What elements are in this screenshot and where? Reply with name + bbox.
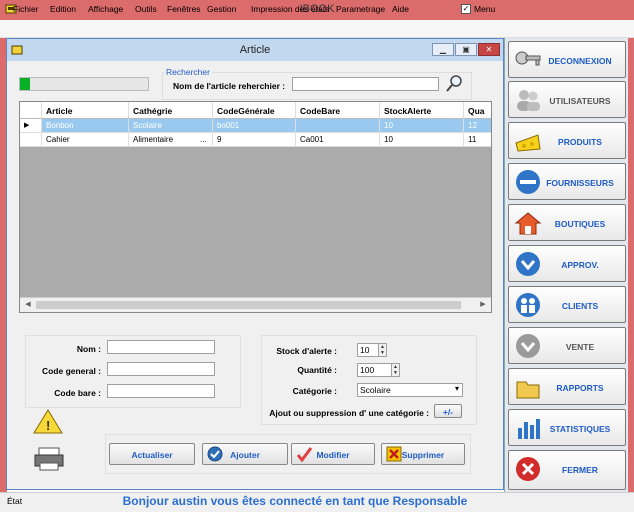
utilisateurs-button[interactable]: UTILISATEURS bbox=[508, 81, 626, 118]
search-label: Nom de l'article reherchier : bbox=[173, 81, 286, 91]
boutiques-button[interactable]: BOUTIQUES bbox=[508, 204, 626, 241]
search-group-label: Rechercher bbox=[164, 67, 212, 77]
menu-fichier[interactable]: Fichier bbox=[13, 4, 39, 14]
row-selector[interactable] bbox=[20, 133, 42, 147]
menu-parametrage[interactable]: Parametrage bbox=[336, 4, 385, 14]
table-cell[interactable]: 10 bbox=[380, 133, 464, 147]
row-header-corner bbox=[20, 102, 42, 119]
code-general-label: Code general : bbox=[41, 366, 101, 376]
menu-edition[interactable]: Edition bbox=[50, 4, 76, 14]
table-cell[interactable]: Ca001 bbox=[296, 133, 380, 147]
col-categorie[interactable]: Cathégrie bbox=[129, 102, 213, 119]
table-cell[interactable]: 9 bbox=[213, 133, 296, 147]
maximize-button[interactable]: ▣ bbox=[455, 43, 477, 56]
cell-overflow: ... bbox=[200, 135, 207, 144]
categorie-value: Scolaire bbox=[360, 385, 391, 395]
menu-outils[interactable]: Outils bbox=[135, 4, 157, 14]
table-cell[interactable] bbox=[296, 119, 380, 133]
right-frame bbox=[628, 38, 634, 494]
code-bare-label: Code bare : bbox=[54, 388, 101, 398]
quantite-stepper[interactable]: 100 bbox=[357, 363, 393, 377]
status-message: Bonjour austin vous êtes connecté en tan… bbox=[122, 494, 468, 508]
modifier-button[interactable]: Modifier bbox=[291, 443, 375, 465]
categorie-toggle-button[interactable]: +/- bbox=[434, 404, 462, 418]
code-general-field[interactable] bbox=[107, 362, 215, 376]
table-cell[interactable]: 12 bbox=[464, 119, 491, 133]
svg-text:!: ! bbox=[46, 418, 50, 433]
table-cell[interactable]: bo001 bbox=[213, 119, 296, 133]
side-navigation: DECONNEXION UTILISATEURS PRODUITS FOURNI… bbox=[504, 38, 628, 494]
col-article[interactable]: Article bbox=[42, 102, 129, 119]
categorie-label: Catégorie : bbox=[292, 386, 337, 396]
minimize-button[interactable]: ▁ bbox=[432, 43, 454, 56]
chevron-down-icon: ▾ bbox=[454, 384, 459, 393]
rapports-button[interactable]: RAPPORTS bbox=[508, 368, 626, 405]
quantite-spin-icon[interactable]: ▲ ▼ bbox=[391, 363, 400, 377]
col-quantite[interactable]: Qua bbox=[464, 102, 491, 119]
warning-icon: ! bbox=[33, 409, 63, 435]
menu-affichage[interactable]: Affichage bbox=[88, 4, 123, 14]
row-selector[interactable]: ▶ bbox=[20, 119, 42, 133]
statistiques-button[interactable]: STATISTIQUES bbox=[508, 409, 626, 446]
table-cell[interactable]: Scolaire bbox=[129, 119, 213, 133]
stock-alerte-label: Stock d'alerte : bbox=[276, 346, 337, 356]
actualiser-button[interactable]: Actualiser bbox=[109, 443, 195, 465]
progress-bar bbox=[19, 77, 149, 91]
menu-fenetres[interactable]: Fenêtres bbox=[167, 4, 201, 14]
categorie-select[interactable]: Scolaire ▾ bbox=[357, 383, 463, 397]
col-codegenerale[interactable]: CodeGénérale bbox=[213, 102, 296, 119]
clients-button[interactable]: CLIENTS bbox=[508, 286, 626, 323]
fermer-button[interactable]: FERMER bbox=[508, 450, 626, 490]
categorie-toggle-label: Ajout ou suppression d' une catégorie : bbox=[269, 408, 429, 418]
table-cell[interactable]: 10 bbox=[380, 119, 464, 133]
stock-spin-icon[interactable]: ▲ ▼ bbox=[378, 343, 387, 357]
col-codebare[interactable]: CodeBare bbox=[296, 102, 380, 119]
menu-checkbox[interactable]: ✓ bbox=[461, 4, 471, 14]
quantite-label: Quantité : bbox=[297, 365, 337, 375]
supprimer-button[interactable]: Supprimer bbox=[381, 443, 465, 465]
menu-gestion[interactable]: Gestion bbox=[207, 4, 236, 14]
scroll-right-icon[interactable]: ▶ bbox=[477, 300, 489, 311]
close-window-button[interactable]: ✕ bbox=[478, 43, 500, 56]
approv-button[interactable]: APPROV. bbox=[508, 245, 626, 282]
menu-impression[interactable]: Impression des états bbox=[251, 4, 329, 14]
table-cell[interactable]: Bonbon bbox=[42, 119, 129, 133]
deconnexion-button[interactable]: DECONNEXION bbox=[508, 41, 626, 78]
nom-label: Nom : bbox=[76, 344, 101, 354]
horizontal-scrollbar[interactable]: ◀ ▶ bbox=[20, 297, 491, 312]
search-icon[interactable] bbox=[444, 74, 464, 94]
search-input[interactable] bbox=[292, 77, 439, 91]
scroll-left-icon[interactable]: ◀ bbox=[22, 300, 34, 311]
table-cell[interactable]: 11 bbox=[464, 133, 491, 147]
fournisseurs-button[interactable]: FOURNISSEURS bbox=[508, 163, 626, 200]
menu-checkbox-label: Menu bbox=[474, 4, 496, 14]
scroll-thumb[interactable] bbox=[36, 301, 461, 309]
printer-icon[interactable] bbox=[33, 447, 65, 471]
menu-bar bbox=[0, 20, 634, 38]
article-window: Article ▁ ▣ ✕ Rechercher Nom de l'articl… bbox=[6, 38, 504, 490]
ajouter-button[interactable]: Ajouter bbox=[202, 443, 288, 465]
articles-grid[interactable]: Article Cathégrie CodeGénérale CodeBare … bbox=[19, 101, 492, 313]
col-stockalerte[interactable]: StockAlerte bbox=[380, 102, 464, 119]
article-window-title: Article bbox=[239, 44, 271, 56]
produits-button[interactable]: PRODUITS bbox=[508, 122, 626, 159]
vente-button[interactable]: VENTE bbox=[508, 327, 626, 364]
progress-fill bbox=[20, 78, 31, 90]
menu-aide[interactable]: Aide bbox=[392, 4, 409, 14]
nom-field[interactable] bbox=[107, 340, 215, 354]
code-bare-field[interactable] bbox=[107, 384, 215, 398]
stock-alerte-stepper[interactable]: 10 bbox=[357, 343, 379, 357]
table-cell[interactable]: Cahier bbox=[42, 133, 129, 147]
